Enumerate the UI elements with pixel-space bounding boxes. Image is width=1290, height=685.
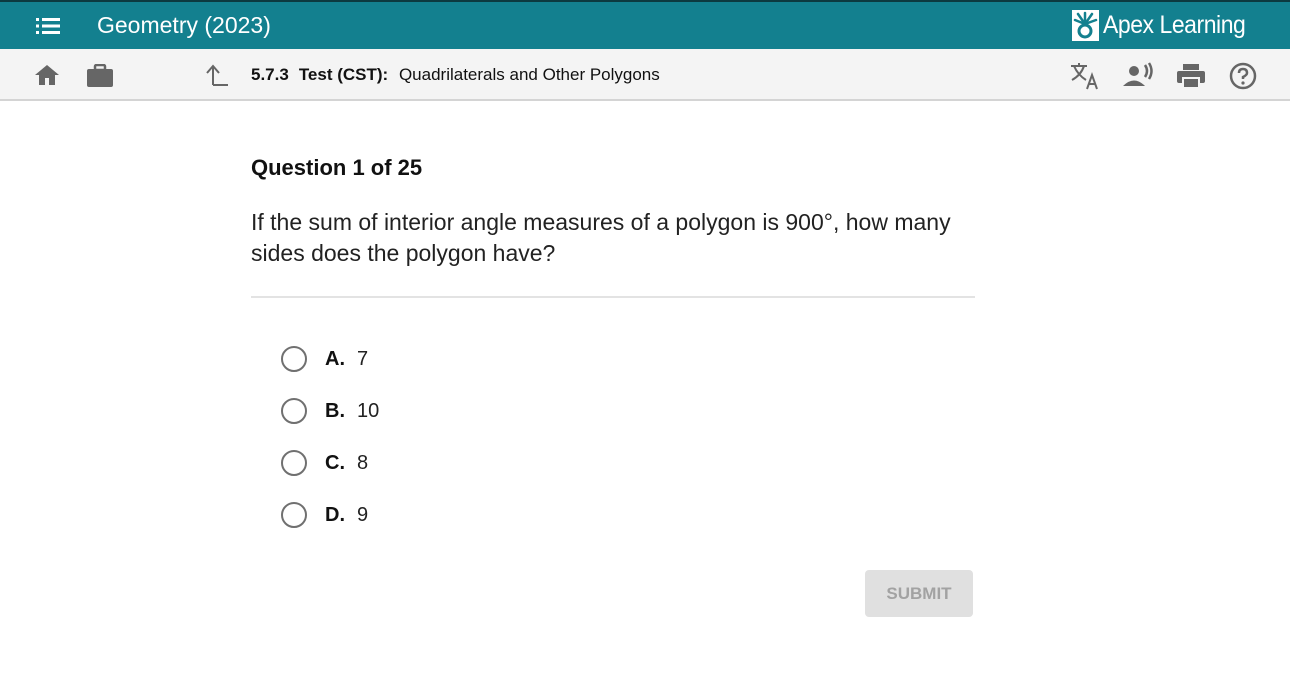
answer-option-c[interactable]: C. 8	[281, 437, 379, 489]
list-icon[interactable]	[34, 16, 62, 36]
answer-option-b[interactable]: B. 10	[281, 385, 379, 437]
option-value: 9	[357, 503, 369, 526]
print-icon[interactable]	[1176, 62, 1206, 90]
text-to-speech-icon[interactable]	[1121, 62, 1155, 90]
option-letter: A.	[325, 347, 345, 370]
lesson-heading: 5.7.3 Test (CST): Quadrilaterals and Othe…	[251, 65, 660, 85]
briefcase-icon[interactable]	[86, 63, 114, 89]
option-letter: D.	[325, 503, 345, 526]
divider	[251, 296, 975, 298]
up-arrow-icon[interactable]	[204, 63, 230, 87]
answer-option-d[interactable]: D. 9	[281, 489, 379, 541]
radio-button[interactable]	[281, 502, 307, 528]
top-bar: Geometry (2023) Apex Learning	[0, 0, 1290, 49]
option-value: 8	[357, 451, 369, 474]
help-icon[interactable]	[1228, 61, 1258, 91]
lesson-toolbar: 5.7.3 Test (CST): Quadrilaterals and Othe…	[0, 49, 1290, 101]
apex-logo-icon	[1072, 10, 1100, 41]
option-letter: C.	[325, 451, 345, 474]
question-heading: Question 1 of 25	[251, 155, 423, 180]
radio-button[interactable]	[281, 346, 307, 372]
option-value: 10	[357, 399, 380, 422]
brand: Apex Learning	[1072, 10, 1258, 41]
lesson-type: Test (CST):	[298, 65, 389, 84]
radio-button[interactable]	[281, 398, 307, 424]
radio-button[interactable]	[281, 450, 307, 476]
lesson-title: Quadrilaterals and Other Polygons	[398, 65, 660, 84]
lesson-number: 5.7.3	[251, 65, 289, 84]
option-letter: B.	[325, 399, 345, 422]
question-text: If the sum of interior angle measures of…	[251, 209, 951, 266]
option-value: 7	[357, 347, 369, 370]
translate-icon[interactable]	[1069, 61, 1101, 91]
answer-option-a[interactable]: A. 7	[281, 333, 379, 385]
course-title: Geometry (2023)	[97, 12, 271, 38]
answer-options: A. 7 B. 10 C. 8 D. 9	[281, 333, 379, 541]
question-panel: Question 1 of 25 If the sum of interior …	[251, 155, 975, 528]
home-icon[interactable]	[33, 63, 61, 87]
submit-button[interactable]: SUBMIT	[865, 570, 973, 617]
brand-name: Apex Learning	[1103, 11, 1246, 39]
